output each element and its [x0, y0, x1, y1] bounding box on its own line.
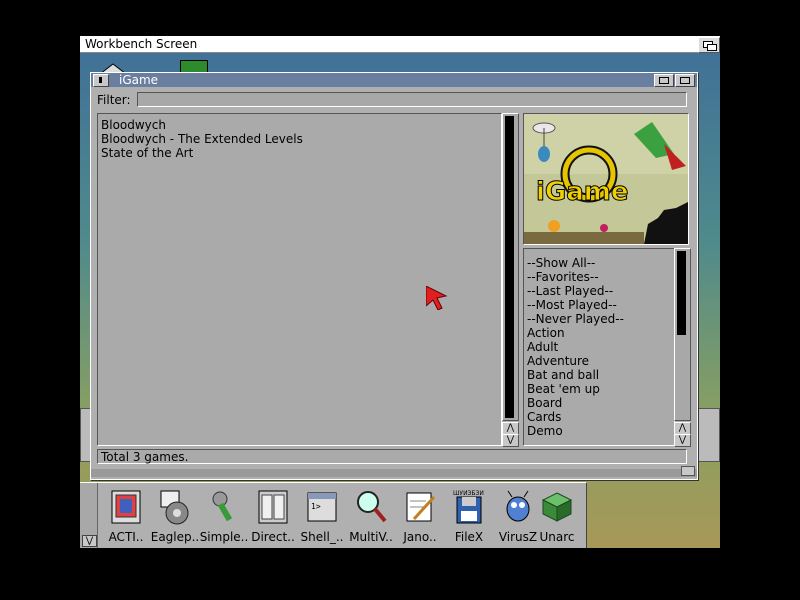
- dock-toggle-icon[interactable]: ⋁: [82, 535, 97, 547]
- dock-item-multiview[interactable]: MultiV..: [347, 487, 395, 547]
- close-icon[interactable]: [93, 74, 109, 87]
- dock-item-label: Direct..: [251, 530, 295, 544]
- dock-item-filex[interactable]: ШУИЗБЗИ FileX: [445, 487, 493, 547]
- screen-title-bar: Workbench Screen: [80, 36, 720, 53]
- games-scrollbar[interactable]: [502, 113, 519, 421]
- window-bottom-border: [91, 466, 697, 477]
- floppy-icon: ШУИЗБЗИ: [453, 490, 484, 524]
- scroll-down-icon[interactable]: ⋁: [502, 434, 519, 447]
- simple-tool-icon: [212, 491, 233, 522]
- dock-item-label: MultiV..: [349, 530, 393, 544]
- genres-list[interactable]: --Show All-- --Favorites-- --Last Played…: [523, 248, 675, 446]
- list-item[interactable]: --Most Played--: [527, 298, 617, 312]
- window-depth-icon[interactable]: [675, 74, 695, 87]
- actions-icon: [111, 490, 141, 524]
- list-item[interactable]: Adventure: [527, 354, 589, 368]
- dock-item-unarc[interactable]: Unarc: [533, 487, 581, 547]
- list-item[interactable]: --Last Played--: [527, 284, 613, 298]
- magnifier-icon: [357, 491, 387, 523]
- games-list[interactable]: Bloodwych Bloodwych - The Extended Level…: [97, 113, 502, 446]
- screen-title: Workbench Screen: [85, 37, 198, 51]
- filter-input[interactable]: [137, 92, 687, 107]
- genres-scrollbar[interactable]: [674, 248, 691, 421]
- igame-logo: iGame: [523, 113, 689, 245]
- dock-item-jano[interactable]: Jano..: [396, 487, 444, 547]
- list-item[interactable]: Action: [527, 326, 565, 340]
- shell-icon: 1>: [307, 492, 337, 522]
- directory-opus-icon: [258, 490, 288, 524]
- list-item[interactable]: --Show All--: [527, 256, 595, 270]
- dock-item-label: Simple..: [199, 530, 249, 544]
- bug-icon: [506, 490, 530, 522]
- window-title-bar[interactable]: iGame: [91, 73, 697, 87]
- eagleplayer-icon: [160, 490, 189, 525]
- svg-text:1>: 1>: [311, 502, 321, 511]
- igame-window: iGame Filter: Bloodwych Bloodwych - The …: [90, 72, 698, 480]
- dock-item-label: ACTI..: [108, 530, 144, 544]
- resize-grip-icon[interactable]: [681, 466, 695, 476]
- logo-text: iGame: [536, 177, 629, 207]
- list-item[interactable]: Bloodwych - The Extended Levels: [101, 132, 303, 146]
- list-item[interactable]: --Favorites--: [527, 270, 599, 284]
- status-bar: Total 3 games.: [97, 449, 687, 464]
- list-item[interactable]: Adult: [527, 340, 558, 354]
- list-item[interactable]: Bat and ball: [527, 368, 599, 382]
- list-item[interactable]: Demo: [527, 424, 563, 438]
- dock-badge-text: ШУИЗБЗИ: [453, 490, 484, 497]
- scroll-down-icon[interactable]: ⋁: [674, 434, 691, 447]
- window-title: iGame: [119, 73, 159, 87]
- list-item[interactable]: State of the Art: [101, 146, 193, 160]
- screen-depth-icon[interactable]: [698, 37, 720, 53]
- scroll-knob[interactable]: [505, 116, 514, 418]
- workbench-screen: Workbench Screen iGame Filter: Bloodwych…: [80, 36, 720, 548]
- dock-item-label: Eaglep..: [150, 530, 200, 544]
- list-item[interactable]: Board: [527, 396, 562, 410]
- dock-item-eagleplayer[interactable]: Eaglep..: [151, 487, 199, 547]
- dock-item-label: Shell_..: [300, 530, 344, 544]
- dock-item-directory[interactable]: Direct..: [249, 487, 297, 547]
- list-item[interactable]: Beat 'em up: [527, 382, 600, 396]
- app-dock: ⋁ ACTI.. Eaglep.. Simple.. Direct.. 1> S…: [80, 482, 587, 548]
- cube-icon: [541, 492, 573, 522]
- dock-handle[interactable]: ⋁: [80, 483, 98, 548]
- filter-label: Filter:: [97, 93, 131, 107]
- dock-item-label: Jano..: [403, 530, 437, 544]
- zoom-icon[interactable]: [654, 74, 674, 87]
- list-item[interactable]: Cards: [527, 410, 561, 424]
- dock-item-shell[interactable]: 1> Shell_..: [298, 487, 346, 547]
- background-window-edge: [696, 408, 720, 462]
- list-item[interactable]: --Never Played--: [527, 312, 624, 326]
- dock-item-actions[interactable]: ACTI..: [102, 487, 150, 547]
- dock-item-label: Unarc: [539, 530, 575, 544]
- list-item[interactable]: Bloodwych: [101, 118, 166, 132]
- mouse-pointer-icon: [426, 286, 448, 310]
- notepad-icon: [406, 492, 436, 522]
- dock-item-simple[interactable]: Simple..: [200, 487, 248, 547]
- scroll-knob[interactable]: [677, 251, 686, 335]
- dock-item-label: FileX: [454, 530, 484, 544]
